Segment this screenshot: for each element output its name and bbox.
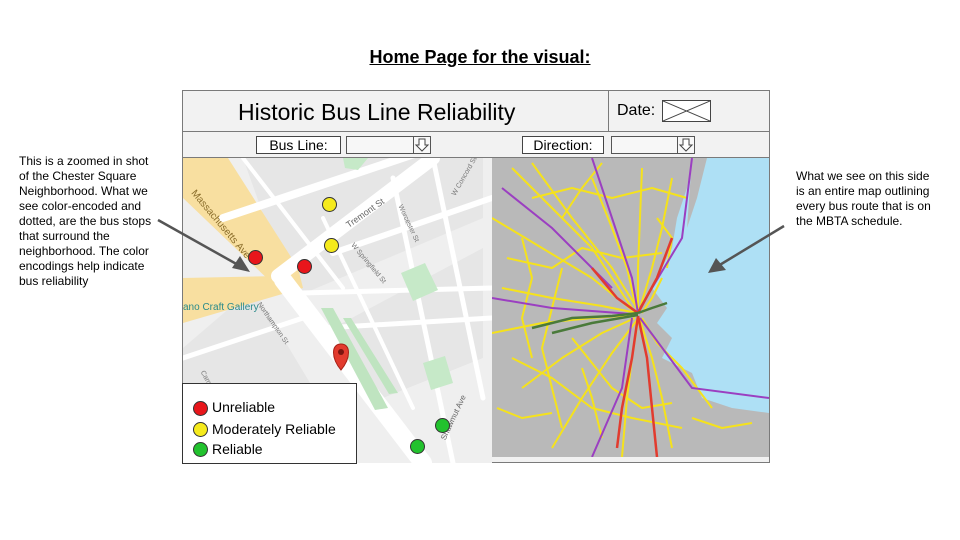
right-annotation: What we see on this side is an entire ma… [796, 169, 931, 228]
legend-dot-moderate [193, 422, 208, 437]
placeholder-cross-icon [663, 101, 710, 121]
legend-dot-reliable [193, 442, 208, 457]
down-arrow-icon [677, 137, 694, 153]
bus-stop-reliable[interactable] [410, 439, 425, 454]
direction-label: Direction: [522, 136, 604, 154]
bus-stop-moderate[interactable] [322, 197, 337, 212]
page-heading: Home Page for the visual: [369, 47, 591, 67]
bus-stop-moderate[interactable] [324, 238, 339, 253]
mbta-route-map[interactable] [492, 158, 769, 457]
app-title: Historic Bus Line Reliability [238, 99, 516, 125]
poi-label: ano Craft Gallery [183, 302, 259, 313]
left-arrow-icon [157, 218, 250, 272]
down-arrow-icon [413, 137, 430, 153]
title-divider [608, 91, 609, 131]
legend-label-reliable: Reliable [212, 441, 263, 457]
bus-stop-reliable[interactable] [435, 418, 450, 433]
bus-line-label: Bus Line: [256, 136, 341, 154]
bus-stop-unreliable[interactable] [297, 259, 312, 274]
legend-label-unreliable: Unreliable [212, 399, 276, 415]
left-annotation: This is a zoomed in shot of the Chester … [19, 154, 152, 288]
date-label: Date: [617, 102, 656, 119]
legend-label-moderate: Moderately Reliable [212, 421, 336, 437]
direction-dropdown[interactable] [611, 136, 695, 154]
legend-dot-unreliable [193, 401, 208, 416]
right-arrow-icon [708, 224, 785, 273]
date-picker[interactable] [662, 100, 711, 122]
bus-line-dropdown[interactable] [346, 136, 431, 154]
